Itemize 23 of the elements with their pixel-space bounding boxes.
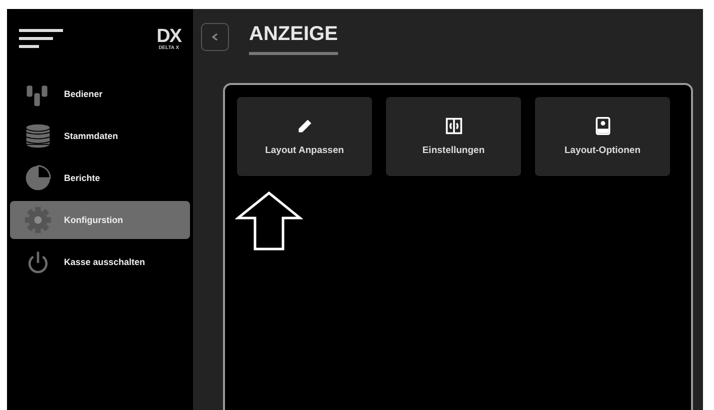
chevron-left-icon: [211, 33, 219, 41]
page-title: ANZEIGE: [249, 19, 338, 55]
sidebar-item[interactable]: Bediener: [10, 75, 190, 113]
sidebar-label: Stammdaten: [64, 131, 118, 141]
device-icon: [594, 117, 612, 135]
sidebar-item[interactable]: Kasse ausschalten: [10, 243, 190, 281]
sidebar-label: Konfigurstion: [64, 215, 123, 225]
columns-icon: [444, 117, 462, 135]
sidebar-label: Bediener: [64, 89, 103, 99]
sidebar-item[interactable]: Konfigurstion: [10, 201, 190, 239]
gear-icon: [24, 206, 52, 234]
option-tile[interactable]: Einstellungen: [386, 97, 521, 176]
logo-mark: DX: [156, 27, 181, 46]
sidebar-label: Berichte: [64, 173, 100, 183]
sidebar-item[interactable]: Stammdaten: [10, 117, 190, 155]
pie-chart-icon: [24, 164, 52, 192]
option-tile[interactable]: Layout Anpassen: [237, 97, 372, 176]
option-tile[interactable]: Layout-Optionen: [535, 97, 670, 176]
menu-icon[interactable]: [19, 28, 63, 50]
pencil-icon: [296, 117, 314, 135]
sidebar-item[interactable]: Berichte: [10, 159, 190, 197]
database-icon: [24, 122, 52, 150]
sidebar-label: Kasse ausschalten: [64, 257, 146, 267]
